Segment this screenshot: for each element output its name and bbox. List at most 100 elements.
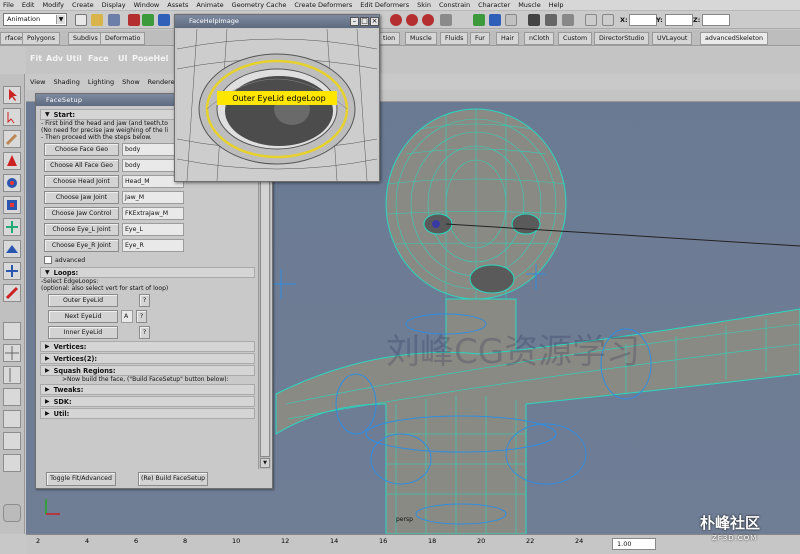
layout-outliner-icon[interactable] bbox=[3, 388, 21, 406]
shelf-tab-tion[interactable]: tion bbox=[378, 32, 401, 45]
chevron-down-icon[interactable]: ▼ bbox=[56, 15, 65, 24]
select-tool-icon[interactable] bbox=[3, 86, 21, 104]
menu-window[interactable]: Window bbox=[134, 1, 160, 9]
rotate-tool-icon[interactable] bbox=[3, 174, 21, 192]
outer-eyelid-help-button[interactable]: ? bbox=[139, 294, 150, 307]
setup-row-field[interactable]: Eye_L bbox=[122, 223, 184, 236]
layout-hypershade-icon[interactable] bbox=[3, 432, 21, 450]
advanced-checkbox[interactable] bbox=[44, 256, 52, 264]
setup-row-button[interactable]: Choose Head Joint bbox=[44, 175, 119, 188]
scroll-down-icon[interactable]: ▼ bbox=[260, 458, 270, 468]
soft-modification-icon[interactable] bbox=[3, 240, 21, 258]
select-component-icon[interactable] bbox=[158, 14, 170, 26]
menu-geometry-cache[interactable]: Geometry Cache bbox=[232, 1, 287, 9]
maximize-icon[interactable]: □ bbox=[360, 17, 369, 26]
close-icon[interactable]: × bbox=[370, 17, 379, 26]
outer-eyelid-button[interactable]: Outer EyeLid bbox=[48, 294, 118, 307]
next-eyelid-field[interactable]: A bbox=[121, 310, 133, 323]
ipr-render-icon[interactable] bbox=[545, 14, 557, 26]
y-coord-field[interactable] bbox=[665, 14, 693, 26]
layout-side-icon[interactable] bbox=[3, 366, 21, 384]
input-ops-icon[interactable] bbox=[473, 14, 485, 26]
menu-muscle[interactable]: Muscle bbox=[518, 1, 541, 9]
setup-row-field[interactable]: Eye_R bbox=[122, 239, 184, 252]
shelf-tab-uvlayout[interactable]: UVLayout bbox=[652, 32, 693, 45]
viewport-menu-view[interactable]: View bbox=[30, 78, 45, 86]
new-scene-icon[interactable] bbox=[75, 14, 87, 26]
snap-curve-icon[interactable] bbox=[406, 14, 418, 26]
section-vertices[interactable]: ▶ Vertices: bbox=[40, 341, 255, 352]
select-hierarchy-icon[interactable] bbox=[128, 14, 140, 26]
shelf-tab-ncloth[interactable]: nCloth bbox=[524, 32, 555, 45]
output-ops-icon[interactable] bbox=[489, 14, 501, 26]
menu-edit[interactable]: Edit bbox=[22, 1, 35, 9]
shelf-tab-fluids[interactable]: Fluids bbox=[440, 32, 469, 45]
current-frame-field[interactable]: 1.00 bbox=[612, 538, 656, 550]
shelf-tab-deformatio[interactable]: Deformatio bbox=[100, 32, 146, 45]
setup-row-field[interactable]: FKExtraJaw_M bbox=[122, 207, 184, 220]
grid-icon[interactable] bbox=[585, 14, 597, 26]
snap-point-icon[interactable] bbox=[422, 14, 434, 26]
setup-row-button[interactable]: Choose All Face Geo bbox=[44, 159, 119, 172]
shelf-tab-custom[interactable]: Custom bbox=[558, 32, 593, 45]
shelf-button-posehel[interactable]: PoseHel bbox=[132, 54, 168, 63]
viewport-menu-lighting[interactable]: Lighting bbox=[88, 78, 114, 86]
setup-row-button[interactable]: Choose Eye_R Joint bbox=[44, 239, 119, 252]
menu-file[interactable]: File bbox=[3, 1, 14, 9]
shelf-tab-advancedskeleton[interactable]: advancedSkeleton bbox=[700, 32, 768, 45]
shelf-button-ui[interactable]: UI bbox=[118, 54, 127, 63]
shelf-button-fit[interactable]: Fit bbox=[30, 54, 42, 63]
open-folder-icon[interactable] bbox=[91, 14, 103, 26]
menu-skin[interactable]: Skin bbox=[417, 1, 431, 9]
lasso-tool-icon[interactable] bbox=[3, 108, 21, 126]
layout-graph-icon[interactable] bbox=[3, 410, 21, 428]
section-tweaks[interactable]: ▶ Tweaks: bbox=[40, 384, 255, 395]
shelf-tab-muscle[interactable]: Muscle bbox=[405, 32, 437, 45]
menu-assets[interactable]: Assets bbox=[167, 1, 188, 9]
shelf-tab-subdivs[interactable]: Subdivs bbox=[68, 32, 103, 45]
menu-modify[interactable]: Modify bbox=[42, 1, 64, 9]
minimize-icon[interactable]: – bbox=[350, 17, 359, 26]
render-settings-icon[interactable] bbox=[562, 14, 574, 26]
section-squash[interactable]: ▶ Squash Regions: bbox=[40, 365, 255, 376]
inner-eyelid-help-button[interactable]: ? bbox=[139, 326, 150, 339]
menu-character[interactable]: Character bbox=[478, 1, 510, 9]
universal-manipulator-icon[interactable] bbox=[3, 218, 21, 236]
z-coord-field[interactable] bbox=[702, 14, 730, 26]
layout-render-icon[interactable] bbox=[3, 454, 21, 472]
viewport-menu-show[interactable]: Show bbox=[122, 78, 140, 86]
inner-eyelid-button[interactable]: Inner EyeLid bbox=[48, 326, 118, 339]
setup-row-button[interactable]: Choose Face Geo bbox=[44, 143, 119, 156]
last-tool-icon[interactable] bbox=[3, 284, 21, 302]
shelf-button-face[interactable]: Face bbox=[88, 54, 109, 63]
build-facesetup-button[interactable]: (Re) Build FaceSetup bbox=[138, 472, 208, 486]
snap-plane-icon[interactable] bbox=[440, 14, 452, 26]
menu-display[interactable]: Display bbox=[102, 1, 126, 9]
shelf-button-adv[interactable]: Adv bbox=[46, 54, 63, 63]
shelf-tab-polygons[interactable]: Polygons bbox=[22, 32, 61, 45]
move-tool-icon[interactable] bbox=[3, 152, 21, 170]
time-slider[interactable]: 2 4 6 8 10 12 14 16 18 20 22 24 bbox=[26, 534, 800, 554]
section-sdk[interactable]: ▶ SDK: bbox=[40, 396, 255, 407]
menu-animate[interactable]: Animate bbox=[196, 1, 223, 9]
viewport-menu-renderer[interactable]: Renderer bbox=[148, 78, 178, 86]
layout-four-icon[interactable] bbox=[3, 344, 21, 362]
next-eyelid-help-button[interactable]: ? bbox=[136, 310, 147, 323]
menu-help[interactable]: Help bbox=[549, 1, 564, 9]
scale-tool-icon[interactable] bbox=[3, 196, 21, 214]
shelf-tab-hair[interactable]: Hair bbox=[496, 32, 519, 45]
setup-row-button[interactable]: Choose Eye_L Joint bbox=[44, 223, 119, 236]
save-icon[interactable] bbox=[108, 14, 120, 26]
construction-history-icon[interactable] bbox=[505, 14, 517, 26]
mode-select[interactable]: Animation ▼ bbox=[3, 13, 67, 26]
shelf-tab-directorstudio[interactable]: DirectorStudio bbox=[594, 32, 650, 45]
paint-select-icon[interactable] bbox=[3, 130, 21, 148]
snap-grid-icon[interactable] bbox=[390, 14, 402, 26]
show-manipulator-icon[interactable] bbox=[3, 262, 21, 280]
section-util[interactable]: ▶ Util: bbox=[40, 408, 255, 419]
setup-row-button[interactable]: Choose Jaw Joint bbox=[44, 191, 119, 204]
viewport-menu-shading[interactable]: Shading bbox=[53, 78, 79, 86]
layout-single-icon[interactable] bbox=[3, 322, 21, 340]
toggle-fit-advanced-button[interactable]: Toggle Fit/Advanced bbox=[46, 472, 116, 486]
menu-constrain[interactable]: Constrain bbox=[439, 1, 470, 9]
